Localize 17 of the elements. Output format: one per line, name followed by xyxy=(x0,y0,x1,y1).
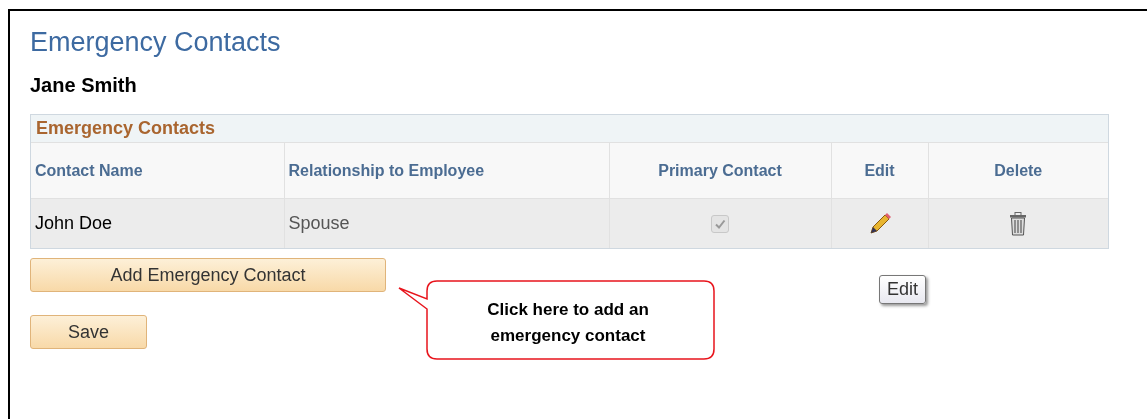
column-header: Relationship to Employee xyxy=(284,142,609,199)
employee-name: Jane Smith xyxy=(30,74,138,97)
column-header: Edit xyxy=(831,142,928,199)
callout-text: Click here to add an emergency contact xyxy=(486,299,650,347)
checkmark-icon xyxy=(714,218,726,231)
column-header: Primary Contact xyxy=(609,142,831,199)
column-header: Delete xyxy=(928,142,1108,199)
table-cell: Spouse xyxy=(284,198,609,248)
tooltip: Edit xyxy=(879,275,927,304)
trash-icon[interactable] xyxy=(1009,211,1028,236)
add-contact-button[interactable]: Add Emergency Contact xyxy=(30,258,386,292)
save-button[interactable]: Save xyxy=(30,315,147,349)
page-title: Emergency Contacts xyxy=(30,27,282,58)
table-cell: John Doe xyxy=(31,198,284,248)
column-header: Contact Name xyxy=(31,142,284,199)
grid-title: Emergency Contacts xyxy=(31,115,1108,142)
edit-pencil-icon[interactable] xyxy=(867,211,892,236)
